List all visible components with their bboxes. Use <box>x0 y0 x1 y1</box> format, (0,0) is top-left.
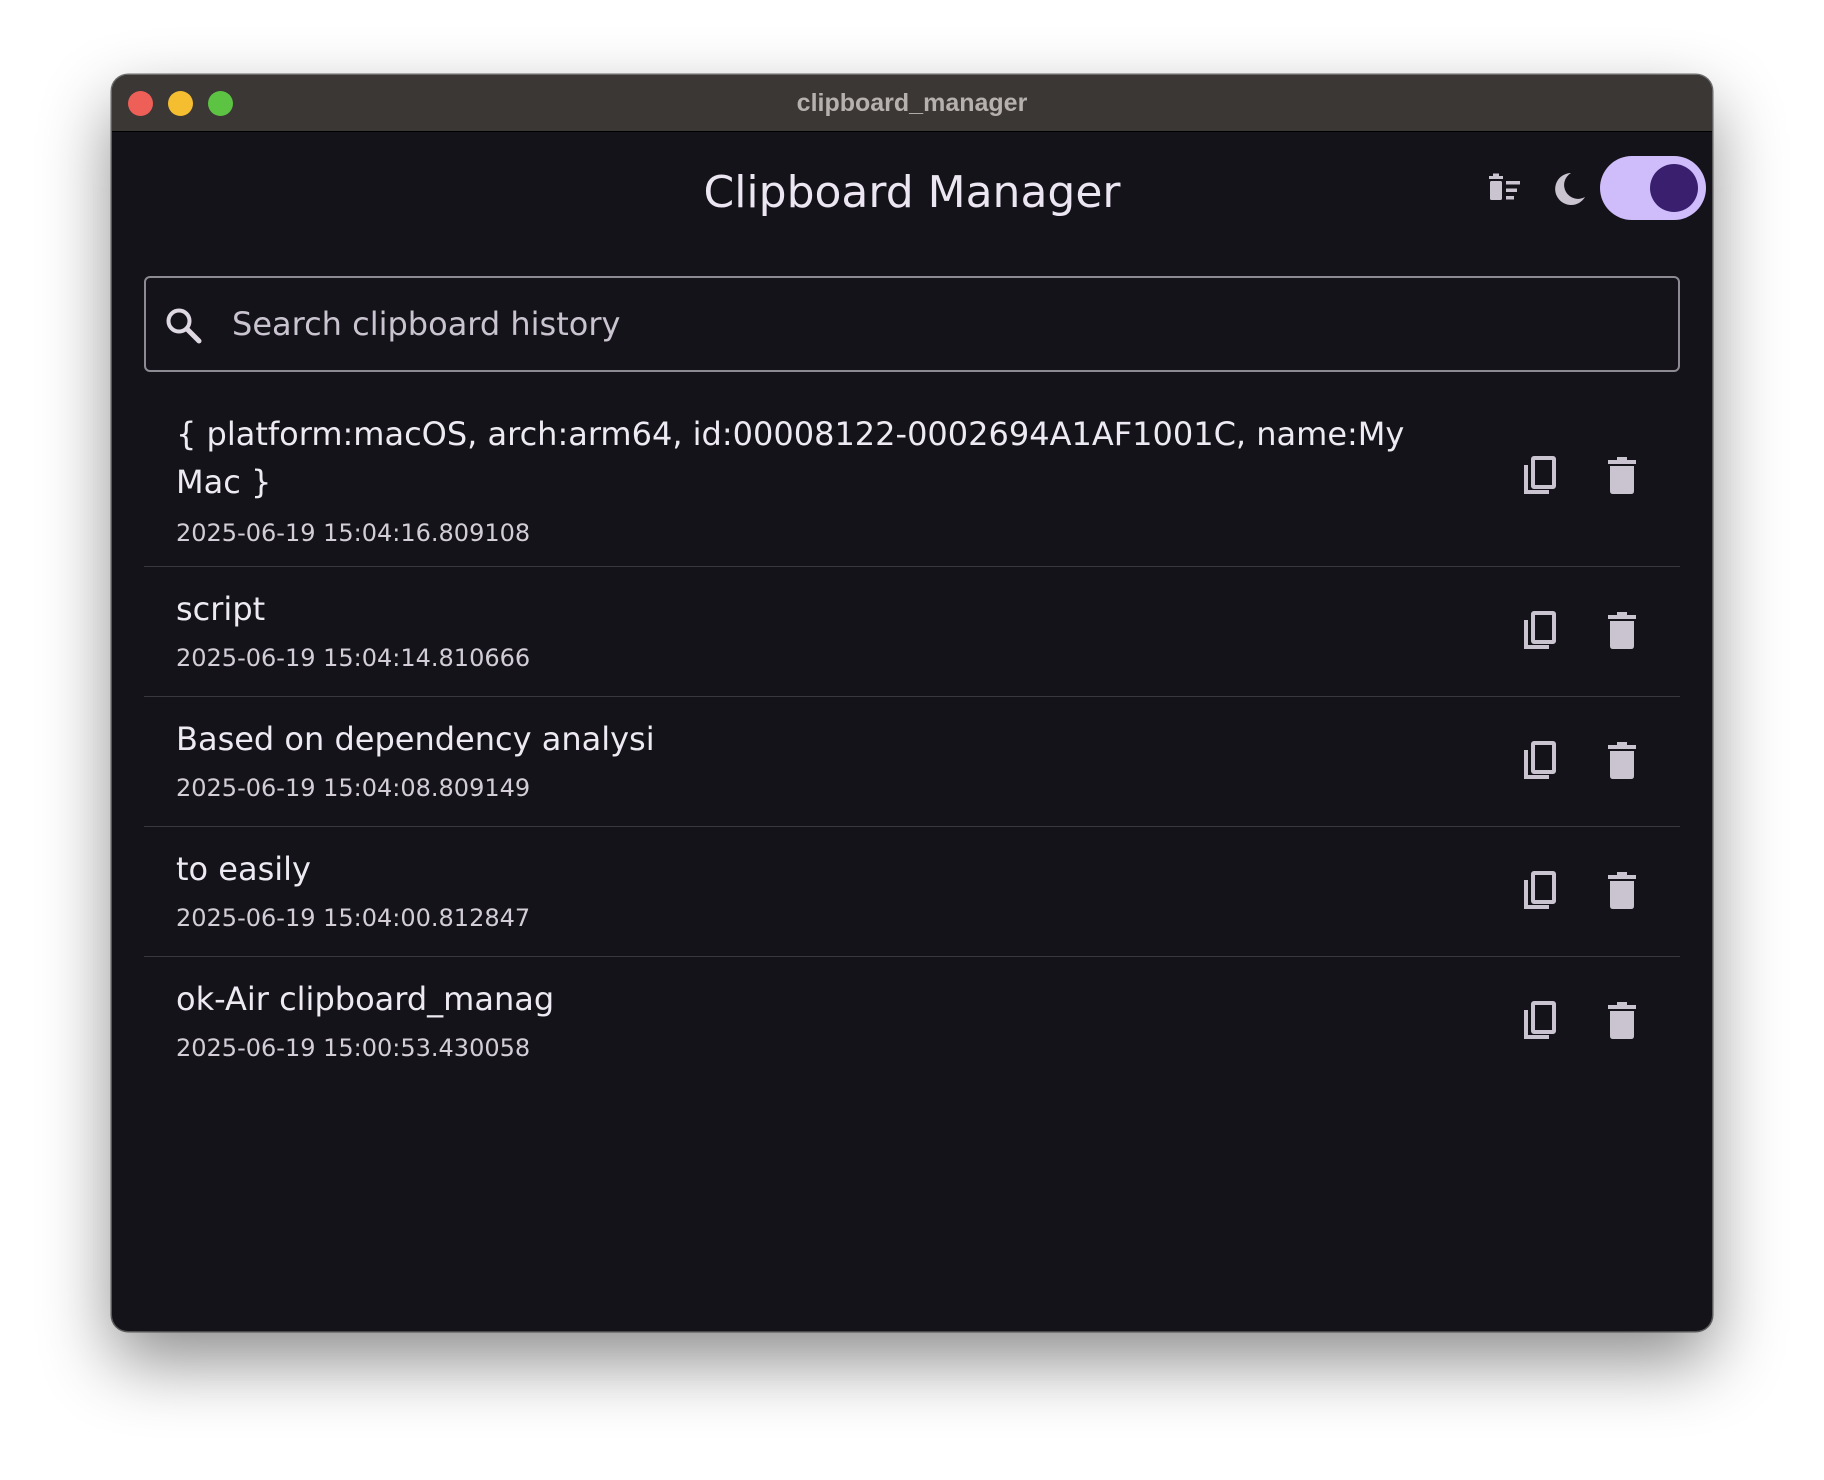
delete-button[interactable] <box>1590 859 1654 923</box>
delete-button[interactable] <box>1590 729 1654 793</box>
delete-button[interactable] <box>1590 599 1654 663</box>
list-item[interactable]: script 2025-06-19 15:04:14.810666 <box>144 567 1680 697</box>
app-window: clipboard_manager Clipboard Manager Sear… <box>112 75 1712 1331</box>
trash-icon <box>1608 742 1636 779</box>
item-text: ok-Air clipboard_manag <box>176 980 555 1018</box>
page-title: Clipboard Manager <box>703 167 1121 218</box>
trash-icon <box>1608 457 1636 494</box>
copy-icon <box>1524 456 1556 494</box>
list-item[interactable]: { platform:macOS, arch:arm64, id:0000812… <box>144 386 1680 567</box>
delete-button[interactable] <box>1590 444 1654 508</box>
item-text: script <box>176 590 266 628</box>
copy-button[interactable] <box>1510 599 1574 663</box>
list-item[interactable]: Based on dependency analysi 2025-06-19 1… <box>144 697 1680 827</box>
moon-icon <box>1544 167 1592 215</box>
item-text: { platform:macOS, arch:arm64, id:0000812… <box>176 415 1405 501</box>
copy-button[interactable] <box>1510 859 1574 923</box>
search-icon <box>164 306 204 346</box>
trash-icon <box>1608 612 1636 649</box>
toggle-knob <box>1650 164 1698 212</box>
list-item[interactable]: ok-Air clipboard_manag 2025-06-19 15:00:… <box>144 957 1680 1087</box>
trash-icon <box>1608 1002 1636 1039</box>
title-bar[interactable]: clipboard_manager <box>112 75 1712 132</box>
item-timestamp: 2025-06-19 15:04:16.809108 <box>176 519 531 547</box>
search-input[interactable] <box>232 278 1652 370</box>
item-timestamp: 2025-06-19 15:04:14.810666 <box>176 644 531 672</box>
copy-icon <box>1524 741 1556 779</box>
item-timestamp: 2025-06-19 15:00:53.430058 <box>176 1034 531 1062</box>
search-field[interactable] <box>144 276 1680 372</box>
delete-button[interactable] <box>1590 989 1654 1053</box>
copy-button[interactable] <box>1510 729 1574 793</box>
trash-icon <box>1608 872 1636 909</box>
clear-all-icon[interactable] <box>1482 167 1530 215</box>
item-timestamp: 2025-06-19 15:04:00.812847 <box>176 904 531 932</box>
copy-button[interactable] <box>1510 989 1574 1053</box>
item-text: Based on dependency analysi <box>176 720 655 758</box>
copy-icon <box>1524 871 1556 909</box>
copy-icon <box>1524 611 1556 649</box>
item-text: to easily <box>176 850 311 888</box>
item-timestamp: 2025-06-19 15:04:08.809149 <box>176 774 531 802</box>
copy-button[interactable] <box>1510 444 1574 508</box>
list-item[interactable]: to easily 2025-06-19 15:04:00.812847 <box>144 827 1680 957</box>
clipboard-list: { platform:macOS, arch:arm64, id:0000812… <box>144 386 1680 1087</box>
window-title: clipboard_manager <box>796 89 1028 117</box>
dark-mode-toggle[interactable] <box>1600 156 1706 220</box>
copy-icon <box>1524 1001 1556 1039</box>
